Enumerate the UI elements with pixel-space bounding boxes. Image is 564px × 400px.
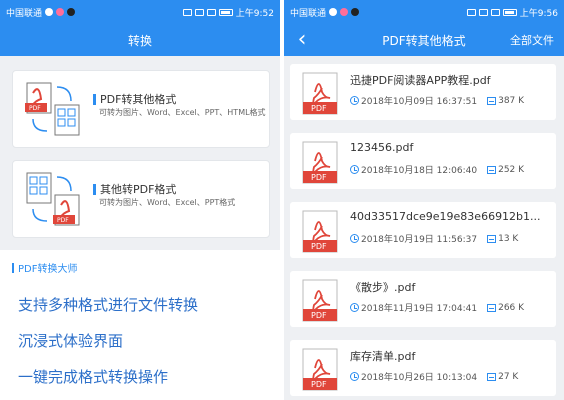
- svg-text:PDF: PDF: [57, 217, 69, 224]
- file-size: 13 K: [498, 233, 519, 244]
- file-meta: 2018年10月09日 16:37:51 387 K: [350, 94, 524, 107]
- size-icon: [487, 303, 497, 312]
- pdf-file-icon: PDF: [302, 210, 338, 253]
- vibrate-icon: [466, 8, 476, 16]
- title-bar: 转换: [0, 24, 280, 56]
- file-meta: 2018年10月26日 10:13:04 27 K: [350, 370, 518, 383]
- promo-line: 一键完成格式转换操作: [18, 368, 169, 386]
- clock-label: 上午9:52: [235, 8, 274, 19]
- file-size: 252 K: [498, 164, 525, 175]
- carrier-label: 中国联通: [290, 8, 327, 19]
- file-date: 2018年10月19日 11:56:37: [361, 235, 478, 245]
- pdf-file-icon: PDF: [302, 72, 338, 115]
- other-to-pdf-card[interactable]: PDF 其他转PDF格式 可转为图片、Word、Excel、PPT格式: [12, 160, 270, 238]
- file-size: 387 K: [498, 95, 525, 106]
- card-title: 其他转PDF格式: [93, 181, 176, 197]
- card-description: 可转为图片、Word、Excel、PPT格式: [99, 198, 236, 207]
- file-name: 《散步》.pdf: [350, 281, 416, 294]
- svg-text:PDF: PDF: [311, 311, 327, 320]
- file-name: 40d33517dce9e19e83e66912b1...: [350, 210, 541, 223]
- file-row[interactable]: PDF 库存清单.pdf 2018年10月26日 10:13:04 27 K: [290, 340, 556, 396]
- file-name: 123456.pdf: [350, 141, 414, 154]
- file-date: 2018年11月19日 17:04:41: [361, 304, 478, 314]
- pdf-to-other-icon: PDF: [25, 82, 80, 136]
- size-icon: [487, 234, 497, 243]
- signal-icon: [490, 8, 500, 16]
- clock-icon: [350, 234, 359, 243]
- clock-label: 上午9:56: [519, 8, 558, 19]
- clock-icon: [350, 303, 359, 312]
- title-bar: ‹ PDF转其他格式 全部文件: [284, 24, 564, 56]
- status-bar: 中国联通 上午9:52: [0, 0, 280, 24]
- file-meta: 2018年10月18日 12:06:40 252 K: [350, 163, 524, 176]
- svg-text:PDF: PDF: [311, 380, 327, 389]
- page-title: PDF转其他格式: [382, 33, 466, 48]
- back-arrow-icon[interactable]: ‹: [292, 28, 312, 52]
- svg-text:PDF: PDF: [311, 173, 327, 182]
- promo-line: 沉浸式体验界面: [18, 332, 124, 350]
- signal-icon: [206, 8, 216, 16]
- file-date: 2018年10月18日 12:06:40: [361, 166, 478, 176]
- message-icon: [329, 8, 338, 16]
- wifi-icon: [478, 8, 488, 16]
- svg-text:PDF: PDF: [311, 104, 327, 113]
- file-meta: 2018年10月19日 11:56:37 13 K: [350, 232, 518, 245]
- card-title: PDF转其他格式: [93, 91, 176, 107]
- clock-icon: [350, 96, 359, 105]
- promo-line: 支持多种格式进行文件转换: [18, 296, 199, 314]
- status-bar: 中国联通 上午9:56: [284, 0, 564, 24]
- battery-icon: [502, 8, 517, 16]
- right-screen: 中国联通 上午9:56 ‹ PDF转其他格式 全部文件 PDF 迅捷PDF阅读器…: [284, 0, 564, 400]
- size-icon: [487, 96, 497, 105]
- file-row[interactable]: PDF 123456.pdf 2018年10月18日 12:06:40 252 …: [290, 133, 556, 189]
- file-size: 266 K: [498, 302, 525, 313]
- tiktok-icon: [67, 8, 76, 16]
- file-row[interactable]: PDF 《散步》.pdf 2018年11月19日 17:04:41 266 K: [290, 271, 556, 327]
- size-icon: [487, 165, 497, 174]
- promo-panel: PDF转换大师 支持多种格式进行文件转换 沉浸式体验界面 一键完成格式转换操作: [0, 250, 280, 400]
- pdf-file-icon: PDF: [302, 279, 338, 322]
- promo-heading: PDF转换大师: [12, 260, 77, 275]
- all-files-button[interactable]: 全部文件: [510, 32, 554, 48]
- svg-text:PDF: PDF: [29, 105, 41, 112]
- file-date: 2018年10月26日 10:13:04: [361, 373, 478, 383]
- pdf-file-icon: PDF: [302, 348, 338, 391]
- left-screen: 中国联通 上午9:52 转换 PDF PDF转其他格式 可转为图片、Word、E…: [0, 0, 280, 400]
- file-row[interactable]: PDF 迅捷PDF阅读器APP教程.pdf 2018年10月09日 16:37:…: [290, 64, 556, 120]
- pdf-to-other-card[interactable]: PDF PDF转其他格式 可转为图片、Word、Excel、PPT、HTML格式: [12, 70, 270, 148]
- card-description: 可转为图片、Word、Excel、PPT、HTML格式: [99, 108, 266, 117]
- app-notification-icon: [56, 8, 65, 16]
- file-meta: 2018年11月19日 17:04:41 266 K: [350, 301, 524, 314]
- file-size: 27 K: [498, 371, 519, 382]
- file-row[interactable]: PDF 40d33517dce9e19e83e66912b1... 2018年1…: [290, 202, 556, 258]
- wifi-icon: [194, 8, 204, 16]
- vibrate-icon: [182, 8, 192, 16]
- pdf-file-icon: PDF: [302, 141, 338, 184]
- clock-icon: [350, 165, 359, 174]
- svg-text:PDF: PDF: [311, 242, 327, 251]
- battery-icon: [218, 8, 233, 16]
- file-date: 2018年10月09日 16:37:51: [361, 97, 478, 107]
- carrier-label: 中国联通: [6, 8, 43, 19]
- size-icon: [487, 372, 497, 381]
- notification-icon: [45, 8, 54, 16]
- clock-icon: [350, 372, 359, 381]
- page-title: 转换: [127, 33, 152, 48]
- tiktok-icon: [351, 8, 360, 16]
- app-notification-icon: [340, 8, 349, 16]
- file-name: 库存清单.pdf: [350, 350, 416, 363]
- file-name: 迅捷PDF阅读器APP教程.pdf: [350, 74, 491, 87]
- other-to-pdf-icon: PDF: [26, 172, 80, 226]
